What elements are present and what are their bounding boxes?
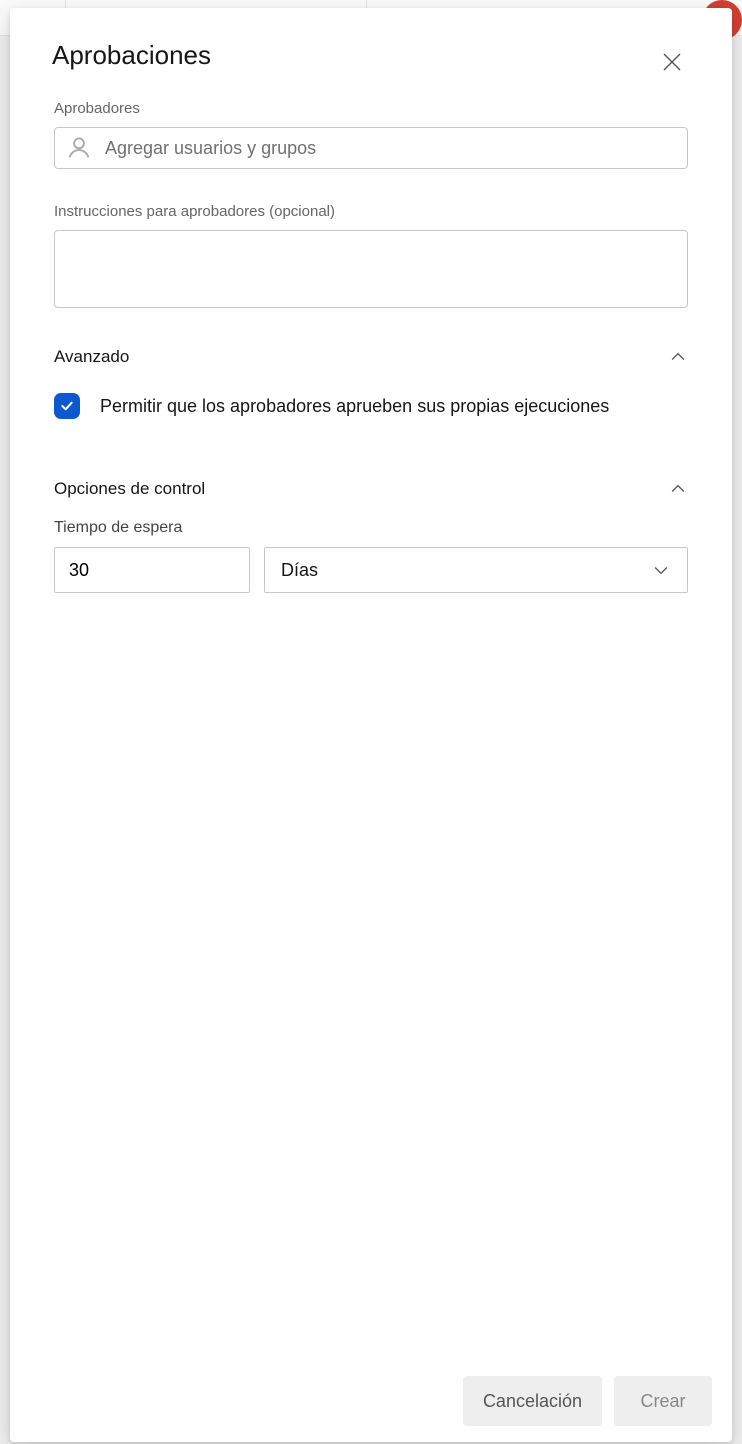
advanced-section-header[interactable]: Avanzado	[54, 347, 688, 367]
approvers-label: Aprobadores	[54, 100, 688, 117]
control-section-header[interactable]: Opciones de control	[54, 479, 688, 499]
person-icon	[65, 134, 93, 162]
approvers-group: Aprobadores	[54, 100, 688, 169]
allow-self-approve-checkbox[interactable]	[54, 393, 80, 419]
timeout-unit-label: Días	[281, 560, 318, 581]
chevron-down-icon	[651, 560, 671, 580]
panel-title: Aprobaciones	[52, 40, 211, 71]
create-button[interactable]: Crear	[614, 1376, 712, 1426]
approvers-input-wrapper[interactable]	[54, 127, 688, 169]
checkmark-icon	[59, 398, 75, 414]
timeout-value-input[interactable]	[54, 547, 250, 593]
timeout-unit-select[interactable]: Días	[264, 547, 688, 593]
advanced-title: Avanzado	[54, 347, 129, 367]
timeout-label: Tiempo de espera	[54, 519, 688, 537]
close-button[interactable]	[654, 44, 690, 80]
timeout-row: Días	[54, 547, 688, 593]
approvers-input[interactable]	[105, 138, 677, 159]
allow-self-approve-row: Permitir que los aprobadores aprueben su…	[54, 393, 688, 419]
approvals-panel: Aprobaciones Aprobadores Instrucciones p…	[10, 8, 732, 1442]
instructions-label: Instrucciones para aprobadores (opcional…	[54, 203, 688, 220]
panel-header: Aprobaciones	[10, 8, 732, 100]
instructions-textarea[interactable]	[54, 230, 688, 308]
panel-footer: Cancelación Crear	[10, 1362, 732, 1442]
control-title: Opciones de control	[54, 479, 205, 499]
panel-body: Aprobadores Instrucciones para aprobador…	[10, 100, 732, 1362]
chevron-up-icon	[668, 479, 688, 499]
instructions-group: Instrucciones para aprobadores (opcional…	[54, 203, 688, 313]
chevron-up-icon	[668, 347, 688, 367]
close-icon	[660, 50, 684, 74]
control-options-section: Opciones de control Tiempo de espera Día…	[54, 479, 688, 593]
allow-self-approve-label: Permitir que los aprobadores aprueben su…	[100, 396, 609, 417]
cancel-button[interactable]: Cancelación	[463, 1376, 602, 1426]
